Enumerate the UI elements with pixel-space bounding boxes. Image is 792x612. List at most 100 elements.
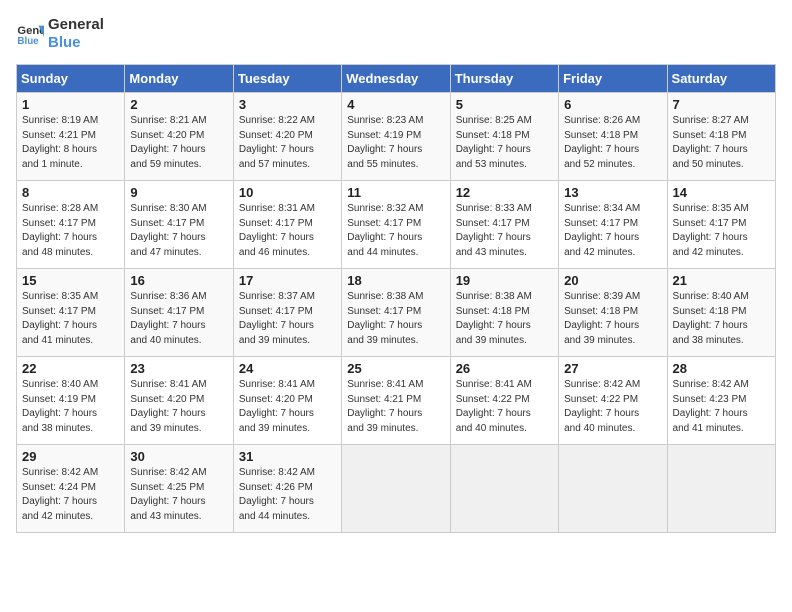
day-number: 29 bbox=[22, 449, 119, 464]
day-info: Sunrise: 8:38 AMSunset: 4:18 PMDaylight:… bbox=[456, 290, 553, 348]
calendar-table: SundayMondayTuesdayWednesdayThursdayFrid… bbox=[16, 64, 776, 533]
logo-icon: General Blue bbox=[16, 20, 44, 48]
weekday-header-sunday: Sunday bbox=[17, 65, 125, 93]
day-number: 28 bbox=[673, 361, 770, 376]
calendar-cell bbox=[559, 445, 667, 533]
weekday-header-saturday: Saturday bbox=[667, 65, 775, 93]
day-info: Sunrise: 8:23 AMSunset: 4:19 PMDaylight:… bbox=[347, 114, 444, 172]
day-info: Sunrise: 8:42 AMSunset: 4:26 PMDaylight:… bbox=[239, 466, 336, 524]
calendar-cell: 24 Sunrise: 8:41 AMSunset: 4:20 PMDayligh… bbox=[233, 357, 341, 445]
calendar-cell: 27 Sunrise: 8:42 AMSunset: 4:22 PMDayligh… bbox=[559, 357, 667, 445]
day-info: Sunrise: 8:40 AMSunset: 4:18 PMDaylight:… bbox=[673, 290, 770, 348]
day-info: Sunrise: 8:41 AMSunset: 4:20 PMDaylight:… bbox=[239, 378, 336, 436]
day-number: 14 bbox=[673, 185, 770, 200]
calendar-body: 1 Sunrise: 8:19 AMSunset: 4:21 PMDaylight… bbox=[17, 93, 776, 533]
day-number: 26 bbox=[456, 361, 553, 376]
day-info: Sunrise: 8:41 AMSunset: 4:22 PMDaylight:… bbox=[456, 378, 553, 436]
day-number: 3 bbox=[239, 97, 336, 112]
calendar-week-2: 8Sunrise: 8:28 AMSunset: 4:17 PMDaylight… bbox=[17, 181, 776, 269]
day-number: 31 bbox=[239, 449, 336, 464]
calendar-cell: 28 Sunrise: 8:42 AMSunset: 4:23 PMDayligh… bbox=[667, 357, 775, 445]
calendar-cell: 18Sunrise: 8:38 AMSunset: 4:17 PMDayligh… bbox=[342, 269, 450, 357]
weekday-header-monday: Monday bbox=[125, 65, 233, 93]
day-number: 6 bbox=[564, 97, 661, 112]
day-info: Sunrise: 8:39 AMSunset: 4:18 PMDaylight:… bbox=[564, 290, 661, 348]
day-info: Sunrise: 8:35 AMSunset: 4:17 PMDaylight:… bbox=[673, 202, 770, 260]
day-number: 8 bbox=[22, 185, 119, 200]
day-info: Sunrise: 8:42 AMSunset: 4:24 PMDaylight:… bbox=[22, 466, 119, 524]
day-number: 4 bbox=[347, 97, 444, 112]
calendar-week-4: 22Sunrise: 8:40 AMSunset: 4:19 PMDayligh… bbox=[17, 357, 776, 445]
day-number: 27 bbox=[564, 361, 661, 376]
day-info: Sunrise: 8:41 AMSunset: 4:20 PMDaylight:… bbox=[130, 378, 227, 436]
calendar-cell: 22Sunrise: 8:40 AMSunset: 4:19 PMDayligh… bbox=[17, 357, 125, 445]
weekday-header-wednesday: Wednesday bbox=[342, 65, 450, 93]
day-number: 19 bbox=[456, 273, 553, 288]
calendar-cell bbox=[342, 445, 450, 533]
day-info: Sunrise: 8:36 AMSunset: 4:17 PMDaylight:… bbox=[130, 290, 227, 348]
calendar-week-3: 15 Sunrise: 8:35 AMSunset: 4:17 PMDayligh… bbox=[17, 269, 776, 357]
calendar-cell: 8Sunrise: 8:28 AMSunset: 4:17 PMDaylight… bbox=[17, 181, 125, 269]
calendar-cell: 20 Sunrise: 8:39 AMSunset: 4:18 PMDayligh… bbox=[559, 269, 667, 357]
logo-text-general: General bbox=[48, 16, 104, 34]
day-number: 24 bbox=[239, 361, 336, 376]
day-number: 9 bbox=[130, 185, 227, 200]
calendar-cell: 25 Sunrise: 8:41 AMSunset: 4:21 PMDayligh… bbox=[342, 357, 450, 445]
calendar-cell: 10 Sunrise: 8:31 AMSunset: 4:17 PMDayligh… bbox=[233, 181, 341, 269]
weekday-header-friday: Friday bbox=[559, 65, 667, 93]
day-number: 1 bbox=[22, 97, 119, 112]
calendar-cell: 16Sunrise: 8:36 AMSunset: 4:17 PMDayligh… bbox=[125, 269, 233, 357]
day-info: Sunrise: 8:19 AMSunset: 4:21 PMDaylight:… bbox=[22, 114, 119, 172]
calendar-cell: 21 Sunrise: 8:40 AMSunset: 4:18 PMDayligh… bbox=[667, 269, 775, 357]
calendar-cell: 13 Sunrise: 8:34 AMSunset: 4:17 PMDayligh… bbox=[559, 181, 667, 269]
day-number: 2 bbox=[130, 97, 227, 112]
calendar-cell: 3 Sunrise: 8:22 AMSunset: 4:20 PMDaylight… bbox=[233, 93, 341, 181]
calendar-cell: 19 Sunrise: 8:38 AMSunset: 4:18 PMDayligh… bbox=[450, 269, 558, 357]
day-number: 12 bbox=[456, 185, 553, 200]
calendar-cell: 5Sunrise: 8:25 AMSunset: 4:18 PMDaylight… bbox=[450, 93, 558, 181]
day-number: 23 bbox=[130, 361, 227, 376]
day-info: Sunrise: 8:42 AMSunset: 4:25 PMDaylight:… bbox=[130, 466, 227, 524]
day-info: Sunrise: 8:30 AMSunset: 4:17 PMDaylight:… bbox=[130, 202, 227, 260]
day-number: 17 bbox=[239, 273, 336, 288]
calendar-cell: 1 Sunrise: 8:19 AMSunset: 4:21 PMDaylight… bbox=[17, 93, 125, 181]
calendar-cell: 2 Sunrise: 8:21 AMSunset: 4:20 PMDaylight… bbox=[125, 93, 233, 181]
svg-text:Blue: Blue bbox=[17, 36, 39, 47]
day-info: Sunrise: 8:35 AMSunset: 4:17 PMDaylight:… bbox=[22, 290, 119, 348]
weekday-header-tuesday: Tuesday bbox=[233, 65, 341, 93]
day-info: Sunrise: 8:37 AMSunset: 4:17 PMDaylight:… bbox=[239, 290, 336, 348]
day-info: Sunrise: 8:41 AMSunset: 4:21 PMDaylight:… bbox=[347, 378, 444, 436]
day-number: 21 bbox=[673, 273, 770, 288]
day-info: Sunrise: 8:34 AMSunset: 4:17 PMDaylight:… bbox=[564, 202, 661, 260]
calendar-cell: 14 Sunrise: 8:35 AMSunset: 4:17 PMDayligh… bbox=[667, 181, 775, 269]
day-info: Sunrise: 8:31 AMSunset: 4:17 PMDaylight:… bbox=[239, 202, 336, 260]
day-number: 15 bbox=[22, 273, 119, 288]
day-number: 20 bbox=[564, 273, 661, 288]
calendar-cell: 23 Sunrise: 8:41 AMSunset: 4:20 PMDayligh… bbox=[125, 357, 233, 445]
calendar-week-5: 29 Sunrise: 8:42 AMSunset: 4:24 PMDayligh… bbox=[17, 445, 776, 533]
day-info: Sunrise: 8:42 AMSunset: 4:22 PMDaylight:… bbox=[564, 378, 661, 436]
day-number: 13 bbox=[564, 185, 661, 200]
calendar-cell: 26 Sunrise: 8:41 AMSunset: 4:22 PMDayligh… bbox=[450, 357, 558, 445]
logo: General Blue General Blue bbox=[16, 16, 104, 52]
day-number: 25 bbox=[347, 361, 444, 376]
day-number: 11 bbox=[347, 185, 444, 200]
calendar-header-row: SundayMondayTuesdayWednesdayThursdayFrid… bbox=[17, 65, 776, 93]
day-info: Sunrise: 8:42 AMSunset: 4:23 PMDaylight:… bbox=[673, 378, 770, 436]
day-number: 30 bbox=[130, 449, 227, 464]
calendar-cell: 31 Sunrise: 8:42 AMSunset: 4:26 PMDayligh… bbox=[233, 445, 341, 533]
calendar-cell: 9 Sunrise: 8:30 AMSunset: 4:17 PMDaylight… bbox=[125, 181, 233, 269]
day-info: Sunrise: 8:21 AMSunset: 4:20 PMDaylight:… bbox=[130, 114, 227, 172]
calendar-cell: 7Sunrise: 8:27 AMSunset: 4:18 PMDaylight… bbox=[667, 93, 775, 181]
day-info: Sunrise: 8:26 AMSunset: 4:18 PMDaylight:… bbox=[564, 114, 661, 172]
weekday-header-thursday: Thursday bbox=[450, 65, 558, 93]
day-info: Sunrise: 8:38 AMSunset: 4:17 PMDaylight:… bbox=[347, 290, 444, 348]
calendar-cell bbox=[450, 445, 558, 533]
calendar-cell: 15 Sunrise: 8:35 AMSunset: 4:17 PMDayligh… bbox=[17, 269, 125, 357]
calendar-cell: 6 Sunrise: 8:26 AMSunset: 4:18 PMDaylight… bbox=[559, 93, 667, 181]
calendar-cell: 12Sunrise: 8:33 AMSunset: 4:17 PMDayligh… bbox=[450, 181, 558, 269]
day-info: Sunrise: 8:25 AMSunset: 4:18 PMDaylight:… bbox=[456, 114, 553, 172]
day-number: 10 bbox=[239, 185, 336, 200]
day-info: Sunrise: 8:22 AMSunset: 4:20 PMDaylight:… bbox=[239, 114, 336, 172]
calendar-cell: 4 Sunrise: 8:23 AMSunset: 4:19 PMDaylight… bbox=[342, 93, 450, 181]
